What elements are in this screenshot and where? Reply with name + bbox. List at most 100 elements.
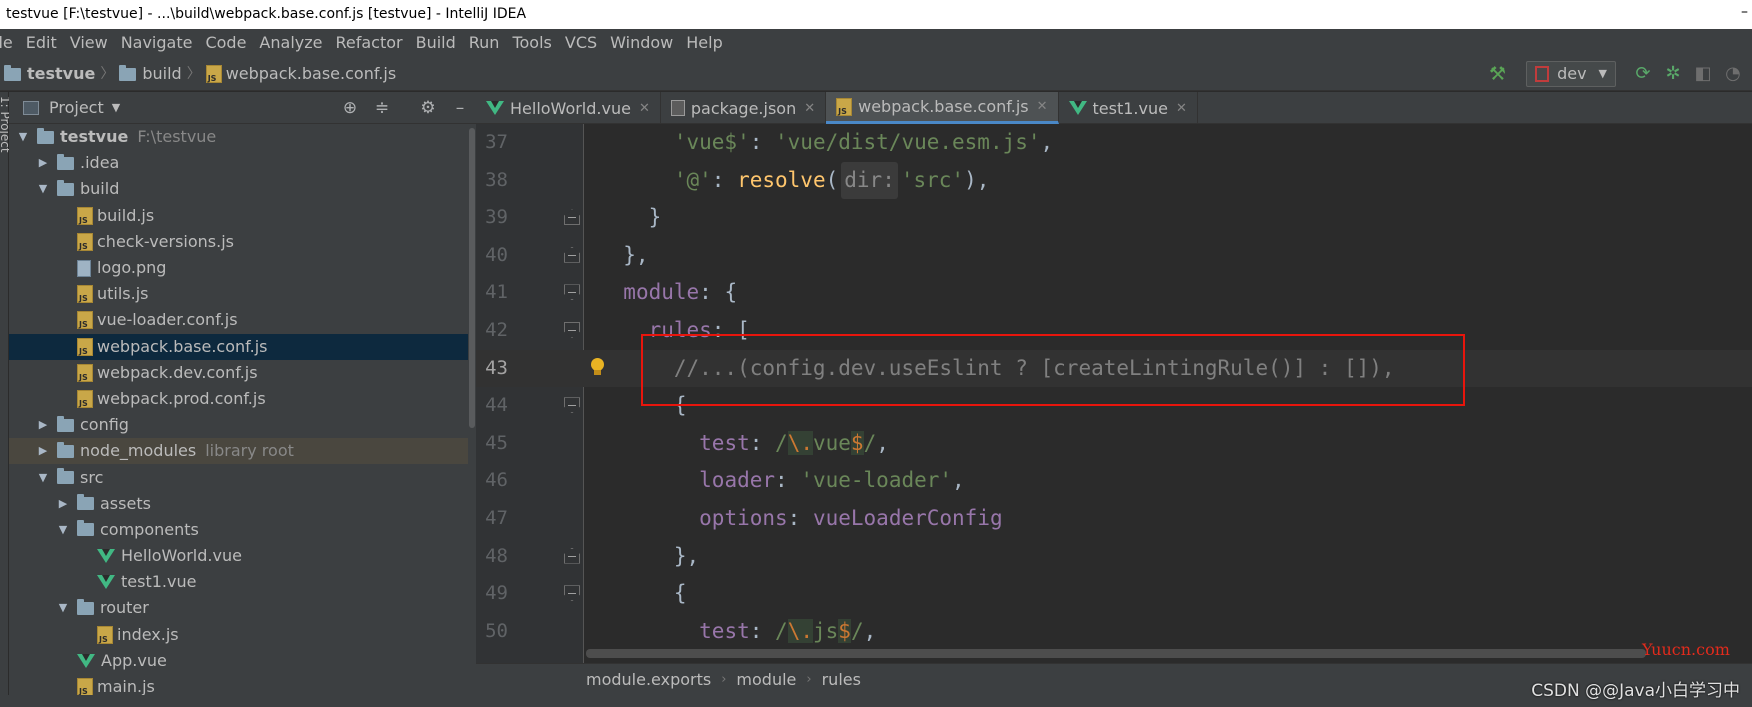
js-file-icon [77, 232, 93, 251]
tree-item[interactable]: ▶build.js [9, 203, 468, 229]
collapse-arrow-icon[interactable]: ▶ [35, 150, 51, 176]
expand-arrow-icon[interactable]: ▼ [55, 595, 71, 621]
js-file-icon [77, 678, 93, 697]
fold-marker-icon[interactable] [564, 585, 580, 602]
menu-item-window[interactable]: Window [610, 29, 673, 57]
menu-item-code[interactable]: Code [205, 29, 246, 57]
tree-item[interactable]: ▶HelloWorld.vue [9, 543, 468, 569]
breadcrumb-folder[interactable]: build [142, 57, 181, 91]
profile-icon[interactable]: ◔ [1722, 57, 1744, 91]
code-line[interactable]: 38 '@': resolve(dir:'src'), [476, 161, 1752, 200]
breadcrumb-file[interactable]: webpack.base.conf.js [226, 57, 396, 91]
tab-label: webpack.base.conf.js [858, 97, 1029, 116]
fold-marker-icon[interactable] [564, 284, 580, 301]
tree-item[interactable]: ▶webpack.dev.conf.js [9, 360, 468, 386]
expand-arrow-icon[interactable]: ▼ [35, 176, 51, 202]
tree-item[interactable]: ▶ assets [9, 491, 468, 517]
menu-item-navigate[interactable]: Navigate [121, 29, 193, 57]
code-line[interactable]: 48 }, [476, 538, 1752, 576]
tree-item[interactable]: ▼ components [9, 517, 468, 543]
menu-item-help[interactable]: Help [686, 29, 722, 57]
fold-marker-icon[interactable] [564, 547, 580, 564]
menu-item-vcs[interactable]: VCS [565, 29, 597, 57]
package-json-icon [670, 100, 685, 116]
tree-item[interactable]: ▶App.vue [9, 648, 468, 674]
expand-arrow-icon[interactable]: ▼ [15, 124, 31, 150]
tree-scrollbar[interactable] [468, 124, 476, 707]
run-configuration-select[interactable]: dev ▼ [1526, 61, 1616, 87]
structure-breadcrumb-item[interactable]: module.exports [586, 664, 711, 696]
scrollbar-thumb[interactable] [469, 128, 475, 428]
code-token: }, [598, 242, 649, 267]
expand-arrow-icon[interactable]: ▼ [55, 517, 71, 543]
code-line[interactable]: 45 test: /\.vue$/, [476, 425, 1752, 463]
settings-icon[interactable]: ⚙ [412, 92, 444, 124]
editor-tab[interactable]: package.json ✕ [661, 92, 827, 124]
structure-breadcrumb-item[interactable]: module [736, 664, 796, 696]
menu-item-tools[interactable]: Tools [512, 29, 551, 57]
rerun-icon[interactable]: ⟳ [1632, 57, 1654, 91]
editor-tab[interactable]: webpack.base.conf.js ✕ [826, 92, 1059, 124]
tree-item[interactable]: ▶webpack.prod.conf.js [9, 386, 468, 412]
menu-item-edit[interactable]: Edit [26, 29, 57, 57]
menu-item-run[interactable]: Run [469, 29, 500, 57]
tree-item[interactable]: ▼ src [9, 464, 468, 490]
collapse-arrow-icon[interactable]: ▶ [35, 438, 51, 464]
debug-icon[interactable]: ✲ [1662, 57, 1684, 91]
menu-item-refactor[interactable]: Refactor [335, 29, 402, 57]
tree-item[interactable]: ▶vue-loader.conf.js [9, 307, 468, 333]
code-line[interactable]: 40 }, [476, 237, 1752, 275]
code-line[interactable]: 37 'vue$': 'vue/dist/vue.esm.js', [476, 124, 1752, 162]
expand-arrow-icon[interactable]: ▼ [35, 465, 51, 491]
tree-item[interactable]: ▶test1.vue [9, 569, 468, 595]
code-line[interactable]: 50 test: /\.js$/, [476, 613, 1752, 651]
vue-file-icon [97, 549, 115, 564]
editor-tab[interactable]: HelloWorld.vue ✕ [476, 92, 661, 124]
fold-marker-icon[interactable] [564, 397, 580, 414]
collapse-arrow-icon[interactable]: ▶ [55, 491, 71, 517]
minimize-icon[interactable]: – [1741, 0, 1748, 27]
tree-item[interactable]: ▼ build [9, 176, 468, 202]
close-icon[interactable]: ✕ [804, 101, 815, 116]
structure-breadcrumb-item[interactable]: rules [822, 664, 861, 696]
close-icon[interactable]: ✕ [1037, 99, 1048, 114]
tree-item[interactable]: ▶ node_modules library root [9, 438, 468, 465]
code-line[interactable]: 41 module: { [476, 274, 1752, 312]
fold-marker-icon[interactable] [564, 246, 580, 263]
tree-item[interactable]: ▶check-versions.js [9, 229, 468, 255]
collapse-icon[interactable]: ≑ [366, 92, 398, 124]
menu-item-ile[interactable]: ile [0, 29, 13, 57]
tree-item-label: assets [100, 493, 151, 513]
project-view-selector[interactable]: Project ▼ [23, 92, 120, 124]
hide-icon[interactable]: – [444, 92, 476, 124]
fold-marker-icon[interactable] [564, 209, 580, 226]
tree-item[interactable]: ▶ config [9, 412, 468, 438]
code-text: module: { [598, 274, 737, 312]
tree-item[interactable]: ▼ router [9, 595, 468, 621]
editor-tab[interactable]: test1.vue ✕ [1059, 92, 1198, 124]
hammer-icon[interactable]: ⚒ [1489, 57, 1506, 91]
coverage-icon[interactable]: ◧ [1692, 57, 1714, 91]
collapse-arrow-icon[interactable]: ▶ [35, 412, 51, 438]
code-line[interactable]: 49 { [476, 575, 1752, 613]
tree-item[interactable]: ▶ .idea [9, 150, 468, 176]
target-icon[interactable]: ⊕ [334, 92, 366, 124]
code-line[interactable]: 47 options: vueLoaderConfig [476, 500, 1752, 538]
close-icon[interactable]: ✕ [639, 101, 650, 116]
menu-item-view[interactable]: View [70, 29, 108, 57]
breadcrumb-project[interactable]: testvue [27, 57, 95, 91]
menu-item-analyze[interactable]: Analyze [259, 29, 322, 57]
folder-icon [57, 441, 74, 458]
fold-marker-icon[interactable] [564, 322, 580, 338]
code-line[interactable]: 46 loader: 'vue-loader', [476, 462, 1752, 500]
tree-item[interactable]: ▼ testvue F:\testvue [9, 124, 468, 150]
code-line[interactable]: 39 } [476, 199, 1752, 237]
horizontal-scrollbar[interactable] [586, 649, 1646, 658]
tree-item[interactable]: ▶logo.png [9, 255, 468, 281]
code-token: 'vue$' [673, 130, 750, 154]
menu-item-build[interactable]: Build [416, 29, 456, 57]
tree-item[interactable]: ▶index.js [9, 622, 468, 648]
tree-item[interactable]: ▶webpack.base.conf.js [9, 333, 468, 360]
tree-item[interactable]: ▶utils.js [9, 281, 468, 307]
close-icon[interactable]: ✕ [1176, 101, 1187, 116]
